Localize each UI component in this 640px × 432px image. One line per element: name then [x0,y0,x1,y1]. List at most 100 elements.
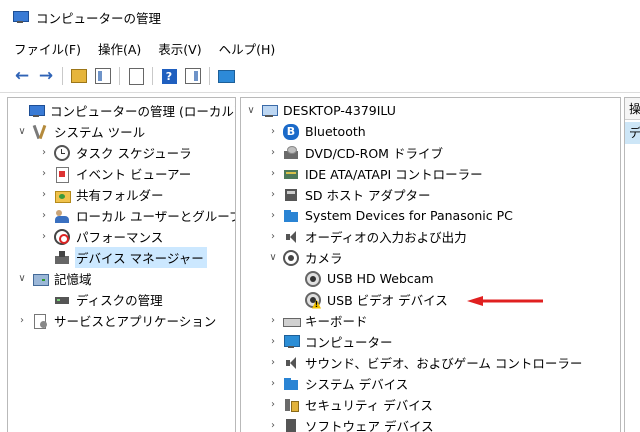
chevron-right-icon[interactable]: › [267,210,279,222]
chevron-right-icon[interactable]: › [267,420,279,432]
chevron-right-icon[interactable]: › [267,147,279,159]
menu-help[interactable]: ヘルプ(H) [219,39,276,58]
scan-hardware-icon[interactable] [216,66,236,86]
device-category-system-devices[interactable]: › システム デバイス [267,373,411,394]
forward-arrow-icon[interactable] [36,66,56,86]
sd-host-icon [283,187,299,203]
computer-management-icon [12,9,29,25]
actions-pane-header: 操 [625,98,640,120]
tree-item-storage[interactable]: ∨ 記憶域 [16,268,95,289]
device-category-panasonic[interactable]: › System Devices for Panasonic PC [267,205,516,226]
arrow-head [467,296,483,306]
chevron-down-icon[interactable]: ∨ [267,252,279,264]
toolbar-separator [209,67,210,85]
tree-item-services-apps[interactable]: › サービスとアプリケーション [16,310,219,331]
services-icon [32,313,48,329]
event-viewer-icon [54,166,70,183]
device-label: USB HD Webcam [327,271,434,286]
chevron-down-icon[interactable]: ∨ [16,273,28,285]
device-label: コンピューター [305,335,393,350]
title-bar: コンピューターの管理 [0,0,640,34]
chevron-right-icon[interactable]: › [267,399,279,411]
device-category-bluetooth[interactable]: › B Bluetooth [267,121,369,142]
menu-bar: ファイル(F) 操作(A) 表示(V) ヘルプ(H) [0,36,640,60]
warning-camera-icon [305,291,321,308]
device-category-sound-video-game[interactable]: › サウンド、ビデオ、およびゲーム コントローラー [267,352,585,373]
help-icon[interactable] [159,66,179,86]
device-category-keyboard[interactable]: › キーボード [267,310,371,331]
chevron-right-icon[interactable]: › [267,336,279,348]
tree-item-local-users[interactable]: › ローカル ユーザーとグループ [38,205,235,226]
up-folder-icon[interactable] [69,66,89,86]
device-usb-hd-webcam[interactable]: USB HD Webcam [289,268,437,289]
device-label: Bluetooth [305,124,366,139]
device-label: カメラ [305,251,343,266]
clock-icon [54,144,70,161]
chevron-right-icon[interactable]: › [267,189,279,201]
show-hide-tree-icon[interactable] [93,66,113,86]
menu-view[interactable]: 表示(V) [158,39,201,58]
tree-item-event-viewer[interactable]: › イベント ビューアー [38,163,194,184]
chevron-right-icon[interactable]: › [38,210,50,222]
software-icon [283,418,299,432]
device-category-audio-io[interactable]: › オーディオの入力および出力 [267,226,470,247]
show-action-pane-icon[interactable] [183,66,203,86]
storage-icon [32,271,49,287]
console-tree-pane: コンピューターの管理 (ローカル) ∨ システム ツール › タスク スケジュー… [7,97,236,432]
camera-icon [283,249,299,266]
chevron-down-icon[interactable]: ∨ [16,126,28,138]
audio-icon [283,355,299,371]
toolbar-divider [0,92,640,93]
bluetooth-icon: B [283,123,299,140]
chevron-right-icon[interactable]: › [38,189,50,201]
device-usb-video-device[interactable]: USB ビデオ デバイス [289,289,451,310]
device-category-computer[interactable]: › コンピューター [267,331,396,352]
device-label: DESKTOP-4379ILU [283,103,396,118]
device-category-dvd[interactable]: › DVD/CD-ROM ドライブ [267,142,446,163]
performance-icon [54,228,70,245]
tree-item-computer-management[interactable]: コンピューターの管理 (ローカル) [12,100,236,121]
webcam-icon [305,270,321,287]
actions-pane: 操 デ [624,97,640,432]
chevron-right-icon[interactable]: › [16,315,28,327]
tree-item-label: デバイス マネージャー [75,247,207,268]
tools-icon [32,124,48,140]
annotation-arrow-icon [467,296,543,306]
chevron-right-icon[interactable]: › [267,357,279,369]
properties-icon[interactable] [126,66,146,86]
chevron-right-icon[interactable]: › [38,168,50,180]
tree-item-label: 共有フォルダー [76,188,164,203]
device-category-security[interactable]: › セキュリティ デバイス [267,394,436,415]
device-category-ide[interactable]: › IDE ATA/ATAPI コントローラー [267,163,486,184]
chevron-right-icon[interactable]: › [267,126,279,138]
tree-item-device-manager[interactable]: デバイス マネージャー [38,247,207,268]
chevron-right-icon[interactable]: › [267,315,279,327]
actions-pane-item[interactable]: デ [625,122,640,144]
chevron-down-icon[interactable]: ∨ [245,105,257,117]
back-arrow-icon[interactable] [12,66,32,86]
disk-icon [54,292,70,308]
menu-action[interactable]: 操作(A) [98,39,141,58]
toolbar [0,62,640,90]
chevron-right-icon[interactable]: › [267,231,279,243]
device-label: オーディオの入力および出力 [305,230,467,245]
device-category-camera[interactable]: ∨ カメラ [267,247,346,268]
tree-item-performance[interactable]: › パフォーマンス [38,226,166,247]
device-category-software[interactable]: › ソフトウェア デバイス [267,415,437,432]
tree-item-system-tools[interactable]: ∨ システム ツール [16,121,148,142]
device-label: SD ホスト アダプター [305,188,431,203]
chevron-right-icon[interactable]: › [38,231,50,243]
tree-item-disk-management[interactable]: ディスクの管理 [38,289,166,310]
tree-item-label: コンピューターの管理 (ローカル) [50,104,236,119]
pc-icon [261,103,278,119]
menu-file[interactable]: ファイル(F) [14,39,81,58]
device-category-sd-host[interactable]: › SD ホスト アダプター [267,184,434,205]
chevron-right-icon[interactable]: › [267,168,279,180]
device-label: ソフトウェア デバイス [305,419,434,432]
device-root[interactable]: ∨ DESKTOP-4379ILU [245,100,399,121]
tree-item-shared-folders[interactable]: › 共有フォルダー [38,184,167,205]
chevron-right-icon[interactable]: › [38,147,50,159]
tree-item-task-scheduler[interactable]: › タスク スケジューラ [38,142,195,163]
chevron-right-icon[interactable]: › [267,378,279,390]
tree-item-label: パフォーマンス [76,230,164,245]
